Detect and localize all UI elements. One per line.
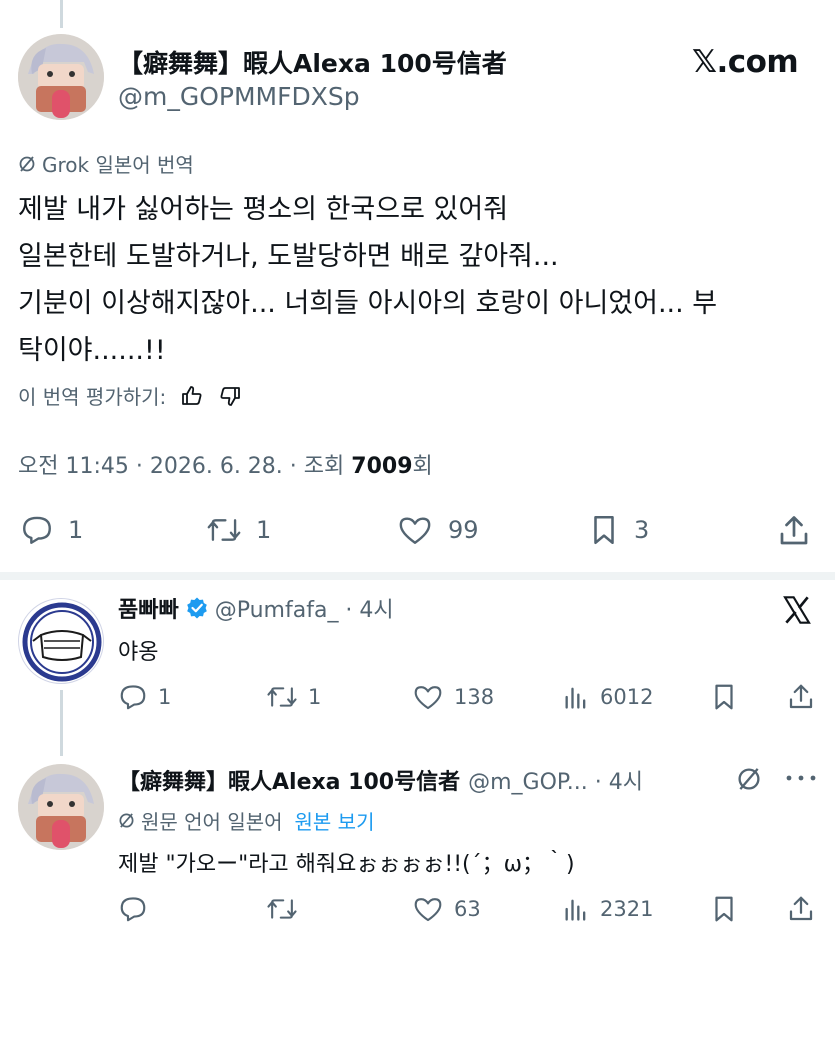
views-count: 2321: [600, 897, 654, 921]
grok-translation-label: Grok 일본어 번역: [18, 149, 194, 178]
bookmark-icon: [588, 513, 620, 547]
like-count: 138: [454, 685, 495, 709]
reply-2-views[interactable]: 2321: [562, 894, 653, 924]
reply-icon: [118, 682, 148, 712]
retweet-icon: [266, 682, 298, 712]
thread-line-reply: [60, 690, 63, 756]
tweet-body-line: 기분이 이상해지잖아... 너희들 아시아의 호랑이 아니었어... 부: [18, 288, 718, 319]
reply-2-translation: 원문 언어 일본어 원본 보기: [118, 806, 374, 835]
x-com-badge: 𝕏.com: [692, 44, 799, 80]
reply-header: 품빠빠 @Pumfafa_ · 4시: [118, 592, 394, 624]
reply-1-bookmark-button[interactable]: [710, 682, 738, 712]
rate-translation-label: 이 번역 평가하기:: [18, 385, 167, 409]
bookmark-icon: [710, 894, 738, 924]
reply-button[interactable]: 1: [20, 513, 83, 547]
reply-1-views[interactable]: 6012: [562, 682, 653, 712]
reply-2-like-button[interactable]: 63: [412, 894, 481, 924]
reply-1-retweet-button[interactable]: 1: [266, 682, 321, 712]
views-icon: [562, 682, 590, 712]
thumbs-down-icon[interactable]: [218, 384, 242, 408]
reply-display-name[interactable]: 품빠빠: [118, 592, 179, 624]
reply-1-share-button[interactable]: [786, 682, 816, 712]
reply-1-like-button[interactable]: 138: [412, 682, 494, 712]
rate-translation: 이 번역 평가하기:: [18, 381, 242, 410]
reply-2-header: 【癖舞舞】暇人Alexa 100号信者 @m_GOP... · 4시: [118, 764, 643, 796]
retweet-count: 1: [308, 685, 322, 709]
reply-2-bookmark-button[interactable]: [710, 894, 738, 924]
grok-icon: [118, 812, 135, 829]
reply-2-handle-time[interactable]: @m_GOP... · 4시: [468, 764, 643, 796]
tweet-body-line: 일본한테 도발하거나, 도발당하면 배로 갚아줘...: [18, 241, 559, 272]
more-icon[interactable]: [784, 770, 818, 786]
reply-2-display-name[interactable]: 【癖舞舞】暇人Alexa 100号信者: [118, 764, 460, 796]
tweet-body-line: 탁이야......!!: [18, 335, 166, 366]
show-original-link[interactable]: 원본 보기: [295, 806, 375, 835]
reply-2-reply-button[interactable]: [118, 894, 148, 924]
share-icon: [776, 513, 812, 549]
tweet-time[interactable]: 오전 11:45 · 2026. 6. 28. · 조회: [18, 454, 351, 479]
reply-2-text: 제발 "가오ー"라고 해줘요ぉぉぉぉ!!(´；ω；｀): [118, 852, 575, 877]
bookmark-button[interactable]: 3: [588, 513, 649, 547]
author-avatar[interactable]: [18, 34, 104, 120]
reply-2-share-button[interactable]: [786, 894, 816, 924]
grok-icon: [736, 766, 762, 792]
reply-text: 야옹: [118, 640, 159, 665]
share-icon: [786, 682, 816, 712]
author-display-name[interactable]: 【癖舞舞】暇人Alexa 100号信者: [118, 44, 507, 80]
x-logo-icon: [780, 594, 814, 626]
retweet-icon: [266, 894, 298, 924]
thread-line-top: [60, 0, 63, 28]
verified-icon: [185, 596, 209, 620]
reply-2-avatar[interactable]: [18, 764, 104, 850]
tweet-meta: 오전 11:45 · 2026. 6. 28. · 조회 7009회: [18, 448, 433, 480]
retweet-button[interactable]: 1: [206, 513, 271, 547]
tweet-body-line: 제발 내가 싫어하는 평소의 한국으로 있어줘: [18, 194, 509, 225]
like-icon: [396, 513, 434, 547]
bookmark-icon: [710, 682, 738, 712]
retweet-count: 1: [256, 516, 272, 544]
views-icon: [562, 894, 590, 924]
grok-label-text: Grok 일본어 번역: [42, 153, 194, 177]
reply-1-reply-button[interactable]: 1: [118, 682, 171, 712]
reply-icon: [20, 513, 54, 547]
share-icon: [786, 894, 816, 924]
reply-avatar[interactable]: [18, 598, 104, 684]
like-button[interactable]: 99: [396, 513, 479, 547]
bookmark-count: 3: [634, 516, 650, 544]
views-count: 6012: [600, 685, 654, 709]
retweet-icon: [206, 513, 242, 547]
reply-icon: [118, 894, 148, 924]
grok-icon: [18, 155, 36, 173]
translation-label: 원문 언어 일본어: [141, 810, 283, 834]
reply-handle-time[interactable]: @Pumfafa_ · 4시: [215, 592, 394, 624]
author-handle[interactable]: @m_GOPMMFDXSp: [118, 82, 360, 111]
tweet-body: 제발 내가 싫어하는 평소의 한국으로 있어줘 일본한테 도발하거나, 도발당하…: [18, 186, 818, 374]
reply-count: 1: [68, 516, 84, 544]
like-icon: [412, 894, 444, 924]
view-count: 7009: [351, 454, 413, 479]
share-button[interactable]: [776, 513, 812, 549]
view-suffix: 회: [412, 454, 433, 479]
like-icon: [412, 682, 444, 712]
reply-2-retweet-button[interactable]: [266, 894, 298, 924]
section-divider: [0, 572, 835, 580]
thumbs-up-icon[interactable]: [180, 384, 204, 408]
like-count: 99: [448, 516, 479, 544]
like-count: 63: [454, 897, 481, 921]
reply-count: 1: [158, 685, 172, 709]
